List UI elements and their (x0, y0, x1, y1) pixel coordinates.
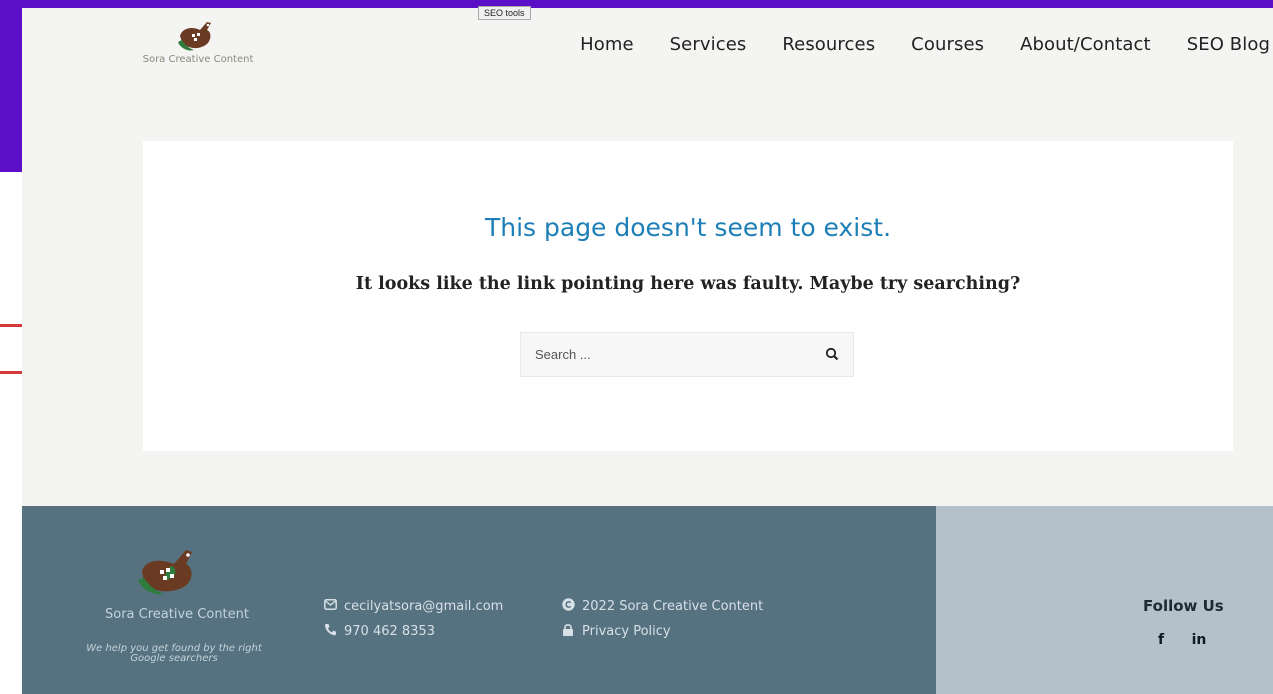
footer-social: Follow Us f in (936, 506, 1273, 694)
tooltip-seo-tools: SEO tools (478, 6, 531, 20)
search-form (520, 332, 854, 377)
background-red-line (0, 324, 22, 327)
bird-logo-icon (178, 22, 211, 51)
footer-privacy-row[interactable]: Privacy Policy (562, 619, 763, 644)
search-icon (825, 347, 839, 361)
envelope-icon (324, 599, 338, 614)
footer-tagline: We help you get found by the right Googl… (86, 643, 262, 664)
footer-brand: Sora Creative Content (105, 607, 249, 622)
error-card: This page doesn't seem to exist. It look… (143, 141, 1233, 451)
footer-contact: cecilyatsora@gmail.com 970 462 8353 (324, 594, 503, 644)
nav-about-contact[interactable]: About/Contact (1020, 34, 1151, 55)
website: Sora Creative Content SEO tools Home Ser… (22, 6, 1273, 694)
site-logo[interactable]: Sora Creative Content (138, 18, 258, 78)
logo-text: Sora Creative Content (142, 54, 254, 65)
footer-email: cecilyatsora@gmail.com (344, 599, 504, 614)
footer-privacy-link[interactable]: Privacy Policy (582, 624, 671, 639)
nav-seo-blog[interactable]: SEO Blog (1187, 34, 1270, 55)
bird-logo-icon (138, 550, 192, 595)
nav-courses[interactable]: Courses (911, 34, 984, 55)
footer-copyright-row: 2022 Sora Creative Content (562, 594, 763, 619)
footer-logo[interactable] (132, 546, 210, 603)
window-left-band (0, 0, 22, 172)
footer-email-row[interactable]: cecilyatsora@gmail.com (324, 594, 503, 619)
linkedin-icon[interactable]: in (1189, 632, 1209, 648)
nav-services[interactable]: Services (670, 34, 747, 55)
window-top-band (0, 0, 1273, 8)
footer-copyright: 2022 Sora Creative Content (582, 599, 764, 614)
footer-phone: 970 462 8353 (344, 624, 435, 639)
main-nav: Home Services Resources Courses About/Co… (544, 34, 1273, 55)
nav-resources[interactable]: Resources (782, 34, 875, 55)
footer-legal: 2022 Sora Creative Content Privacy Polic… (562, 594, 763, 644)
lock-icon (562, 623, 576, 640)
search-button[interactable] (823, 345, 843, 365)
follow-us-title: Follow Us (1143, 597, 1224, 615)
facebook-icon[interactable]: f (1151, 632, 1171, 648)
social-links: f in (1151, 632, 1227, 648)
phone-icon (324, 623, 338, 640)
copyright-icon (562, 598, 576, 615)
footer-main: Sora Creative Content We help you get fo… (22, 506, 936, 694)
nav-home[interactable]: Home (580, 34, 634, 55)
background-red-line (0, 371, 22, 374)
page-subtitle: It looks like the link pointing here was… (355, 274, 1021, 294)
site-header: Sora Creative Content SEO tools Home Ser… (22, 6, 1273, 88)
page-title: This page doesn't seem to exist. (484, 213, 892, 242)
search-input[interactable] (521, 333, 825, 376)
footer-phone-row[interactable]: 970 462 8353 (324, 619, 503, 644)
